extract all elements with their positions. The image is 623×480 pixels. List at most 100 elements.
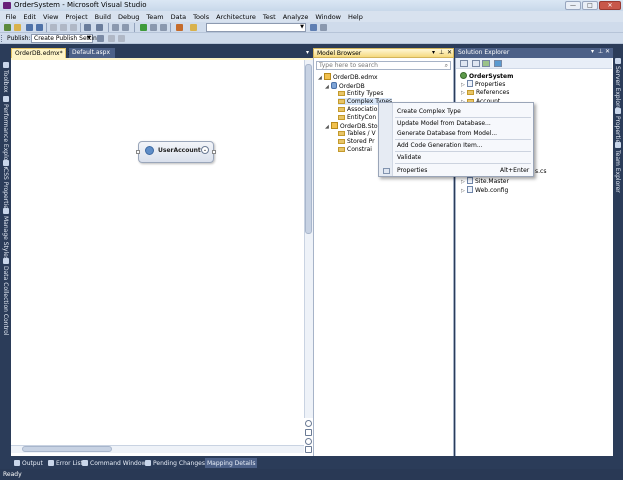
performance-explorer-tab[interactable]: Performance Explorer (1, 96, 10, 169)
team-explorer-tab[interactable]: Team Explorer (613, 142, 622, 193)
redo-icon[interactable] (96, 24, 103, 31)
data-collection-control-tab[interactable]: Data Collection Control (1, 258, 10, 336)
error-list-tab[interactable]: Error List (48, 458, 83, 468)
tree-item-ordersystem[interactable]: OrderSystem (460, 72, 513, 80)
output-tab[interactable]: Output (14, 458, 43, 468)
tree-item-site-master[interactable]: ▷ Site.Master (461, 177, 509, 185)
tab-orderdb-edmx[interactable]: OrderDB.edmx* ✕ (11, 48, 73, 58)
close-button[interactable]: ✕ (599, 1, 621, 10)
tree-item-constraints[interactable]: Constrai (338, 146, 372, 153)
menu-item-properties[interactable]: Properties (397, 167, 427, 174)
publish-options-icon[interactable] (108, 35, 115, 42)
menu-view[interactable]: View (39, 13, 61, 21)
open-file-icon[interactable] (14, 24, 21, 31)
menu-data[interactable]: Data (167, 13, 190, 21)
model-browser-search-input[interactable]: Type here to search ⌕ (316, 61, 451, 70)
navigate-forward-icon[interactable] (122, 24, 129, 31)
copy-icon[interactable] (60, 24, 67, 31)
designer-horizontal-scroll-thumb[interactable] (22, 446, 112, 452)
refresh-icon[interactable] (482, 60, 490, 67)
tree-item-entity-types[interactable]: Entity Types (338, 90, 383, 97)
publish-settings-combo[interactable]: Create Publish Settings ▼ (31, 34, 104, 43)
menu-item-add-code-generation[interactable]: Add Code Generation Item... (397, 142, 483, 149)
close-icon[interactable]: ✕ (605, 48, 610, 55)
properties-tab[interactable]: Properties (613, 108, 622, 146)
menu-project[interactable]: Project (62, 13, 91, 21)
menu-analyze[interactable]: Analyze (279, 13, 312, 21)
find-combo[interactable]: ▼ (206, 23, 306, 32)
manage-styles-tab[interactable]: Manage Styles (1, 208, 10, 260)
undo-icon[interactable] (84, 24, 91, 31)
tree-item-partial-cs[interactable]: s.cs (535, 168, 546, 175)
paste-icon[interactable] (70, 24, 77, 31)
pin-icon[interactable]: ⊥ (598, 48, 603, 55)
publish-web-icon[interactable] (97, 35, 104, 42)
command-window-tab[interactable]: Command Window (82, 458, 146, 468)
show-all-files-icon[interactable] (472, 60, 480, 67)
window-position-icon[interactable]: ▾ (591, 48, 594, 55)
start-debugging-icon[interactable] (140, 24, 147, 31)
find-icon[interactable] (190, 24, 197, 31)
tab-default-aspx[interactable]: Default.aspx (69, 48, 115, 58)
maximize-button[interactable]: □ (582, 1, 598, 10)
new-project-icon[interactable] (4, 24, 11, 31)
zoom-in-icon[interactable] (305, 420, 312, 427)
navigate-backward-icon[interactable] (112, 24, 119, 31)
resize-handle-left[interactable] (136, 150, 140, 154)
tree-item-tables-views[interactable]: Tables / V (338, 130, 376, 137)
tree-item-entity-container[interactable]: EntityCon (338, 114, 376, 121)
toolbox-tab[interactable]: Toolbox (1, 62, 10, 93)
menu-test[interactable]: Test (259, 13, 279, 21)
resize-handle-right[interactable] (212, 150, 216, 154)
tree-item-orderdb-edmx[interactable]: ◢ OrderDB.edmx (318, 73, 378, 81)
expand-collapse-icon[interactable]: ⌄ (201, 146, 209, 154)
copy-website-icon[interactable] (494, 60, 502, 67)
solution-platforms-icon[interactable] (160, 24, 167, 31)
menu-item-create-complex-type[interactable]: Create Complex Type (397, 108, 461, 115)
entity-useraccount[interactable]: UserAccount ⌄ (136, 141, 216, 163)
close-icon[interactable]: ✕ (447, 49, 452, 56)
save-icon[interactable] (26, 24, 33, 31)
diagram-thumbnail-icon[interactable] (305, 446, 312, 453)
mapping-details-tab[interactable]: Mapping Details (205, 458, 258, 468)
tree-item-web-config[interactable]: ▷ Web.config (461, 186, 508, 194)
find-in-files-icon[interactable] (176, 24, 183, 31)
tree-item-associations[interactable]: Associatio (338, 106, 377, 113)
minimize-button[interactable]: — (565, 1, 581, 10)
pending-changes-tab[interactable]: Pending Changes (145, 458, 205, 468)
properties-window-icon[interactable] (460, 60, 468, 67)
menu-item-update-model[interactable]: Update Model from Database... (397, 120, 491, 127)
zoom-to-fit-icon[interactable] (305, 429, 312, 436)
menu-debug[interactable]: Debug (115, 13, 143, 21)
toolbar-grip[interactable] (1, 35, 4, 42)
designer-vertical-scroll-thumb[interactable] (305, 64, 312, 234)
menu-team[interactable]: Team (143, 13, 167, 21)
pin-icon[interactable]: ⊥ (439, 49, 444, 56)
server-explorer-tab[interactable]: Server Explorer (613, 58, 622, 113)
menu-window[interactable]: Window (312, 13, 345, 21)
menu-build[interactable]: Build (91, 13, 114, 21)
menu-architecture[interactable]: Architecture (213, 13, 260, 21)
tree-item-properties[interactable]: ▷ Properties (461, 80, 505, 88)
tree-item-stored-procedures[interactable]: Stored Pr (338, 138, 375, 145)
solution-explorer-icon[interactable] (310, 24, 317, 31)
menu-item-validate[interactable]: Validate (397, 154, 421, 161)
document-list-dropdown[interactable]: ▾ (306, 49, 309, 56)
zoom-out-icon[interactable] (305, 438, 312, 445)
menu-help[interactable]: Help (345, 13, 367, 21)
tree-item-references[interactable]: ▷ References (461, 89, 509, 96)
search-icon[interactable]: ⌕ (445, 62, 448, 69)
css-properties-tab[interactable]: CSS Properties (1, 160, 10, 212)
solution-configurations-icon[interactable] (150, 24, 157, 31)
one-click-publish-icon[interactable] (118, 35, 125, 42)
menu-edit[interactable]: Edit (20, 13, 40, 21)
tree-item-orderdb-model[interactable]: ◢ OrderDB (325, 82, 365, 90)
menu-tools[interactable]: Tools (190, 13, 213, 21)
tree-item-orderdb-store[interactable]: ◢ OrderDB.Stor (325, 122, 380, 130)
cut-icon[interactable] (50, 24, 57, 31)
toolbar-options-icon[interactable] (320, 24, 327, 31)
menu-item-generate-database[interactable]: Generate Database from Model... (397, 130, 497, 137)
save-all-icon[interactable] (36, 24, 43, 31)
menu-file[interactable]: File (2, 13, 20, 21)
entity-designer-surface[interactable] (11, 58, 313, 456)
